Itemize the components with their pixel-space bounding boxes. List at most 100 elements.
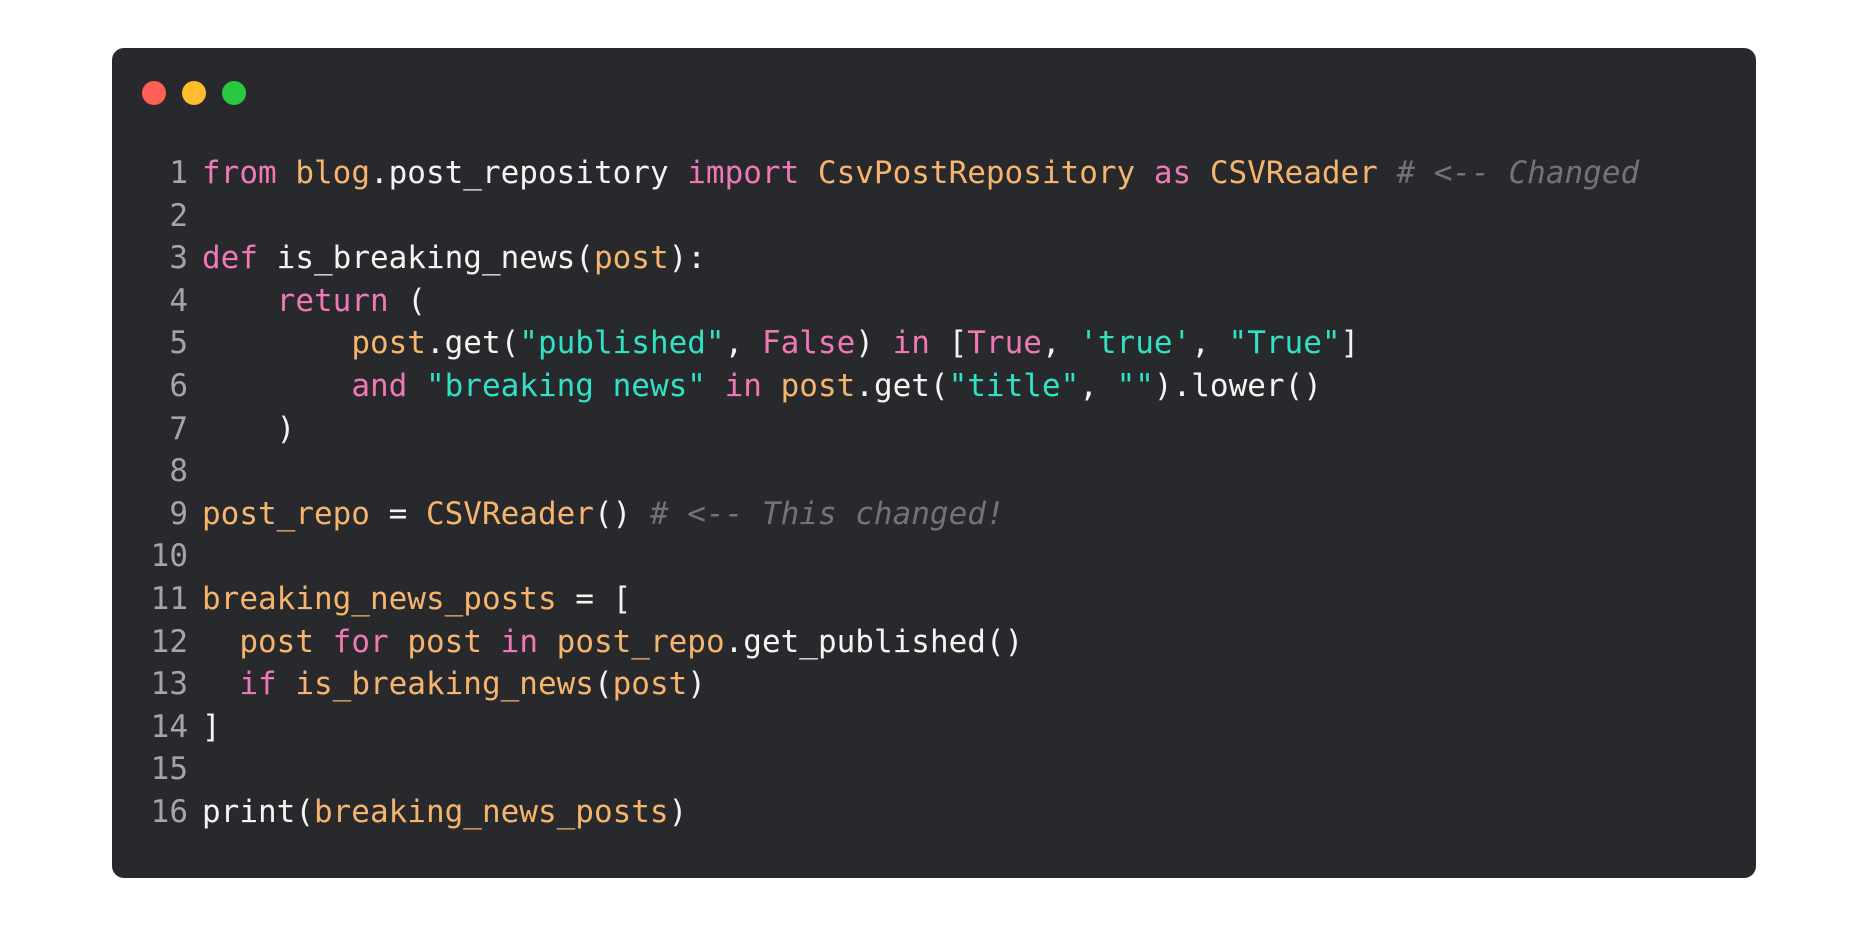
line-text: )	[202, 408, 296, 451]
code-token: if	[239, 666, 277, 703]
line-text: ]	[202, 706, 221, 749]
maximize-dot-icon[interactable]	[222, 81, 246, 105]
code-token: in	[892, 325, 930, 362]
code-token: post	[593, 240, 669, 277]
line-text: return (	[202, 280, 426, 323]
code-line: 2	[112, 195, 1639, 238]
code-token: .post_repository	[369, 155, 688, 191]
code-token: post	[351, 325, 426, 362]
code-line: 1 from blog.post_repository import CsvPos…	[112, 152, 1639, 195]
code-token: ):	[668, 240, 706, 277]
close-dot-icon[interactable]	[142, 81, 166, 105]
line-number: 4	[169, 282, 188, 319]
code-line: 6 and "breaking news" in post.get("title…	[112, 365, 1639, 408]
code-token: (	[593, 666, 613, 703]
code-token: )	[202, 410, 296, 447]
line-number: 5	[169, 325, 188, 362]
line-text: def is_breaking_news(post):	[202, 237, 706, 280]
code-token: post_repo	[202, 495, 370, 532]
code-token: post	[239, 623, 314, 660]
code-line: 13 if is_breaking_news(post)	[112, 663, 1639, 706]
code-token: post	[612, 666, 688, 703]
code-token: post	[780, 367, 856, 404]
code-token: =	[369, 495, 426, 532]
code-line: 4 return (	[112, 280, 1639, 323]
line-number: 14	[150, 708, 188, 745]
code-token: ]	[1340, 325, 1360, 362]
code-token: breaking_news_posts	[313, 793, 669, 830]
code-token: def	[202, 240, 258, 277]
code-token: and	[351, 367, 408, 404]
code-token: .get(	[855, 367, 949, 404]
code-token: CSVReader	[425, 495, 594, 532]
code-token: ""	[1116, 367, 1154, 404]
code-token: .get_published()	[724, 623, 1024, 660]
code-token: )	[668, 793, 688, 830]
code-line: 3 def is_breaking_news(post):	[112, 237, 1639, 280]
line-number: 13	[150, 666, 188, 703]
code-token: = [	[556, 580, 632, 617]
code-token: "breaking news"	[425, 367, 706, 404]
line-number: 1	[169, 155, 188, 191]
code-line: 15	[112, 748, 1639, 791]
code-token: )	[687, 666, 706, 703]
code-window: 1 from blog.post_repository import CsvPos…	[112, 48, 1756, 878]
code-token: post_repo	[556, 623, 725, 660]
code-token: in	[724, 367, 762, 404]
line-text: post for post in post_repo.get_published…	[202, 621, 1023, 664]
line-number: 16	[150, 793, 188, 830]
code-token: 'true'	[1079, 325, 1192, 362]
code-line: 14]	[112, 706, 1639, 749]
code-token: "title"	[948, 367, 1080, 404]
code-token: True	[967, 325, 1042, 362]
code-token: ,	[1041, 325, 1080, 362]
code-token: .get(	[425, 325, 520, 362]
code-token: import	[687, 155, 800, 191]
line-text: from blog.post_repository import CsvPost…	[202, 152, 1639, 195]
code-token: post	[407, 623, 482, 660]
line-number: 10	[150, 538, 188, 575]
code-line: 10	[112, 535, 1639, 578]
code-token: print(	[202, 793, 314, 830]
code-block: 1 from blog.post_repository import CsvPos…	[112, 152, 1640, 834]
code-token: return	[276, 282, 389, 319]
code-line: 9 post_repo = CSVReader() # <-- This chan…	[112, 493, 1639, 536]
minimize-dot-icon[interactable]	[182, 81, 206, 105]
code-line: 11 breaking_news_posts = [	[112, 578, 1639, 621]
code-token: is_breaking_news(	[258, 240, 594, 277]
code-line: 12 post for post in post_repo.get_publis…	[112, 621, 1639, 664]
code-line: 5 post.get("published", False) in [True,…	[112, 322, 1639, 365]
line-text: post_repo = CSVReader() # <-- This chang…	[202, 493, 1005, 536]
line-text: and "breaking news" in post.get("title",…	[202, 365, 1322, 408]
code-token: ]	[202, 708, 221, 745]
code-token: [	[929, 325, 968, 362]
line-text: breaking_news_posts = [	[202, 578, 631, 621]
code-token: breaking_news_posts	[202, 580, 557, 617]
code-line: 7 )	[112, 408, 1639, 451]
code-token: ()	[593, 495, 650, 532]
code-token: ,	[724, 325, 762, 362]
code-token: (	[388, 282, 426, 319]
code-token: for	[332, 623, 389, 660]
line-number: 9	[169, 495, 188, 532]
code-token: "published"	[519, 325, 725, 362]
line-text: post.get("published", False) in [True, '…	[202, 322, 1359, 365]
code-token: from	[202, 155, 277, 191]
code-token: blog	[295, 155, 370, 191]
line-number: 6	[169, 367, 188, 404]
code-token: ).lower()	[1153, 367, 1322, 404]
code-token: # <-- This changed!	[649, 495, 1005, 532]
